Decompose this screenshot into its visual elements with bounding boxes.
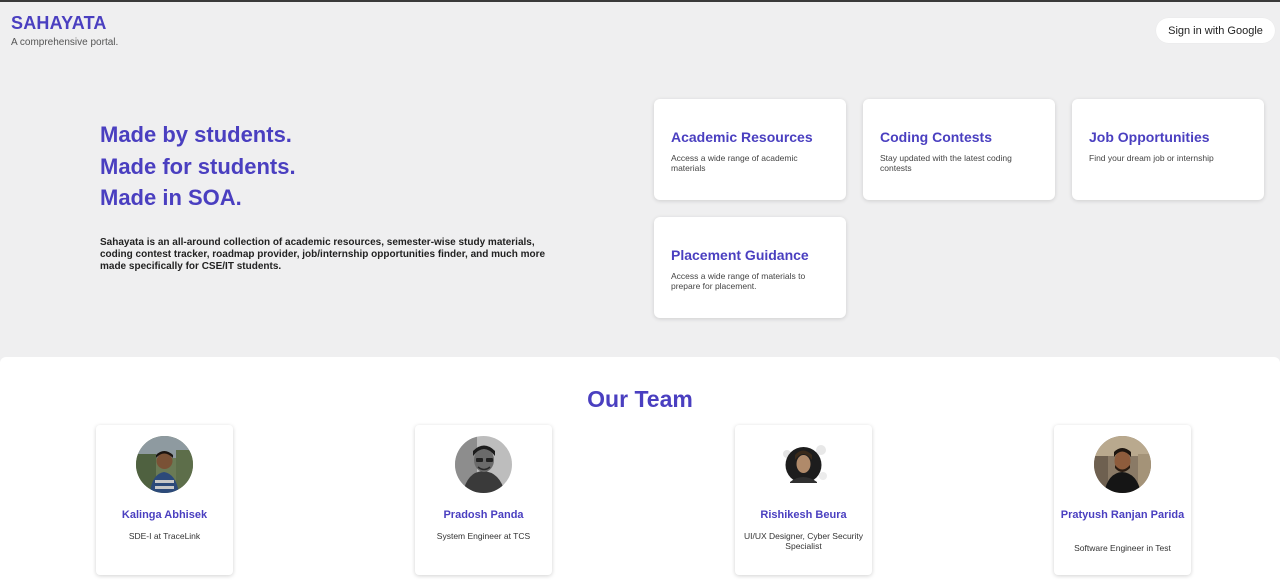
member-name: Pratyush Ranjan Parida [1060, 509, 1185, 521]
team-section: Our Team Kalinga Abhisek SDE-I at TraceL… [0, 357, 1280, 585]
avatar [455, 436, 512, 493]
site-subtitle: A comprehensive portal. [11, 37, 119, 48]
team-member-card[interactable]: Pratyush Ranjan Parida Software Engineer… [1054, 425, 1191, 575]
top-border [0, 0, 1280, 2]
member-role: SDE-I at TraceLink [128, 531, 201, 541]
team-member-card[interactable]: Rishikesh Beura UI/UX Designer, Cyber Se… [735, 425, 872, 575]
member-name: Kalinga Abhisek [121, 509, 208, 521]
site-title[interactable]: SAHAYATA [11, 13, 118, 34]
avatar [1094, 436, 1151, 493]
hero-tagline: Made by students. Made for students. Mad… [100, 119, 296, 214]
hero-description: Sahayata is an all-around collection of … [100, 237, 546, 272]
member-role: Software Engineer in Test [1074, 543, 1171, 553]
feature-card-title: Academic Resources [671, 129, 813, 145]
hero-line-1: Made by students. [100, 122, 292, 147]
member-role: UI/UX Designer, Cyber Security Specialis… [743, 531, 864, 551]
feature-card-description: Access a wide range of academic material… [671, 153, 798, 173]
member-name: Pradosh Panda [443, 509, 524, 521]
feature-card-description: Find your dream job or internship [1089, 153, 1214, 163]
hero-line-3: Made in SOA. [100, 185, 242, 210]
member-role: System Engineer at TCS [436, 531, 531, 541]
team-member-card[interactable]: Pradosh Panda System Engineer at TCS [415, 425, 552, 575]
feature-card-description: Access a wide range of materials to prep… [671, 271, 806, 291]
feature-card-job-opportunities[interactable]: Job Opportunities Find your dream job or… [1072, 99, 1264, 200]
feature-card-title: Placement Guidance [671, 247, 809, 263]
feature-card-coding-contests[interactable]: Coding Contests Stay updated with the la… [863, 99, 1055, 200]
team-member-card[interactable]: Kalinga Abhisek SDE-I at TraceLink [96, 425, 233, 575]
avatar [136, 436, 193, 493]
feature-card-description: Stay updated with the latest coding cont… [880, 153, 1012, 173]
feature-card-title: Job Opportunities [1089, 129, 1210, 145]
sign-in-google-button[interactable]: Sign in with Google [1156, 18, 1275, 43]
feature-card-placement-guidance[interactable]: Placement Guidance Access a wide range o… [654, 217, 846, 318]
team-title: Our Team [587, 386, 693, 412]
hero-line-2: Made for students. [100, 153, 296, 179]
feature-card-academic-resources[interactable]: Academic Resources Access a wide range o… [654, 99, 846, 200]
avatar [775, 436, 832, 493]
member-name: Rishikesh Beura [760, 509, 847, 521]
feature-card-title: Coding Contests [880, 129, 992, 145]
brand[interactable]: SAHAYATA A comprehensive portal. [11, 13, 118, 48]
